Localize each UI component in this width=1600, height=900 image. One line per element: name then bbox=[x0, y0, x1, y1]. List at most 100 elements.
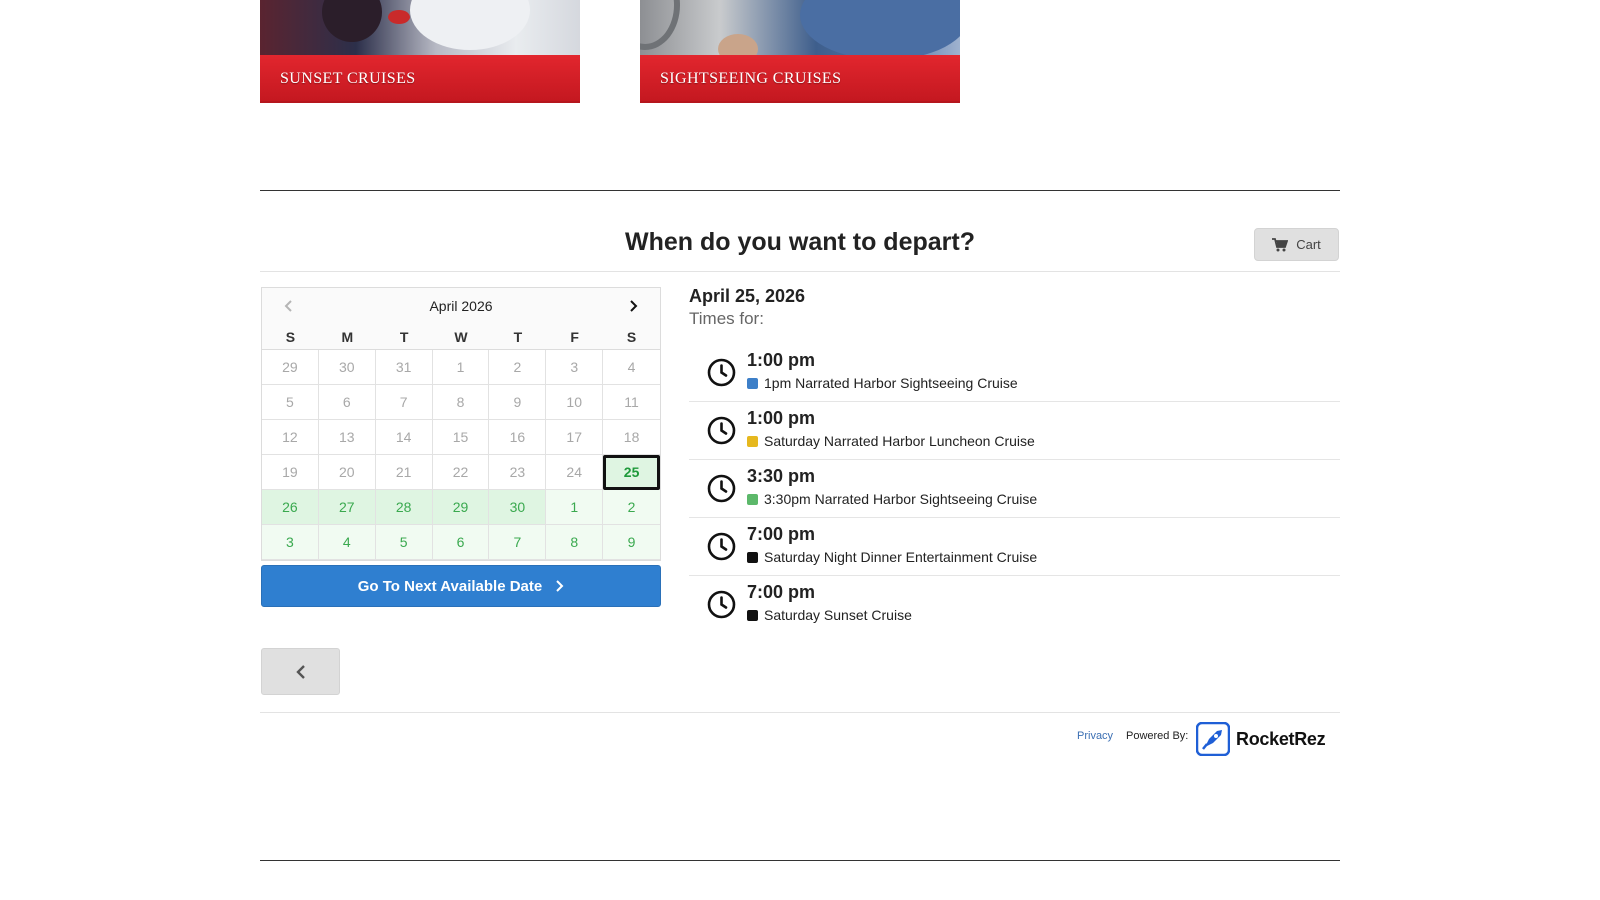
calendar-day-available[interactable]: 29 bbox=[432, 490, 490, 525]
tour-tile-sightseeing[interactable]: SIGHTSEEING CRUISES bbox=[640, 0, 960, 103]
calendar-day-disabled: 1 bbox=[432, 350, 490, 385]
calendar-day-available[interactable]: 4 bbox=[318, 525, 376, 560]
section-divider bbox=[260, 190, 1340, 191]
time-slot-time: 7:00 pm bbox=[747, 524, 816, 544]
rocketrez-logo[interactable]: RocketRez bbox=[1196, 722, 1326, 756]
weekday-label: F bbox=[570, 328, 579, 345]
time-slot[interactable]: 1:00 pm 1pm Narrated Harbor Sightseeing … bbox=[689, 344, 1340, 402]
chevron-left-icon bbox=[284, 300, 292, 312]
booking-page: SUNSET CRUISES SIGHTSEEING CRUISES When … bbox=[0, 0, 1600, 900]
clock-icon bbox=[707, 474, 736, 503]
calendar-day-selected[interactable]: 25 bbox=[603, 455, 660, 490]
time-slot[interactable]: 3:30 pm 3:30pm Narrated Harbor Sightseei… bbox=[689, 460, 1340, 518]
calendar-day-disabled: 7 bbox=[375, 385, 433, 420]
calendar-day-disabled: 29 bbox=[262, 350, 319, 385]
time-slot[interactable]: 7:00 pm Saturday Sunset Cruise bbox=[689, 576, 1340, 634]
powered-by-label: Powered By: bbox=[1126, 730, 1189, 742]
time-slot-name: Saturday Night Dinner Entertainment Crui… bbox=[747, 549, 1037, 565]
tour-name: Saturday Night Dinner Entertainment Crui… bbox=[764, 549, 1038, 565]
calendar-day-available[interactable]: 2 bbox=[603, 490, 660, 525]
calendar-day-available[interactable]: 28 bbox=[375, 490, 433, 525]
tile-label: SUNSET CRUISES bbox=[280, 70, 416, 87]
date-calendar: April 2026 S M T W T F S 29 30 31 1 2 3 … bbox=[261, 287, 661, 561]
tour-color-swatch bbox=[747, 609, 758, 621]
calendar-day-available[interactable]: 3 bbox=[262, 525, 319, 560]
logo-text: RocketRez bbox=[1236, 728, 1326, 749]
calendar-day-disabled: 16 bbox=[489, 420, 547, 455]
time-slot-name: Saturday Sunset Cruise bbox=[747, 607, 912, 623]
chevron-left-icon bbox=[295, 664, 305, 679]
calendar-day-disabled: 6 bbox=[318, 385, 376, 420]
weekday-label: M bbox=[341, 328, 354, 345]
footer-divider bbox=[260, 712, 1340, 713]
times-for-label: Times for: bbox=[689, 309, 764, 328]
weekday-label: W bbox=[454, 328, 468, 345]
chevron-right-icon bbox=[630, 300, 638, 312]
tour-photo bbox=[260, 0, 580, 56]
calendar-day-disabled: 13 bbox=[318, 420, 376, 455]
tour-color-swatch bbox=[747, 435, 758, 447]
weekday-label: T bbox=[399, 328, 409, 345]
time-slot-time: 1:00 pm bbox=[747, 408, 816, 428]
calendar-day-disabled: 19 bbox=[262, 455, 319, 490]
calendar-day-available[interactable]: 6 bbox=[432, 525, 490, 560]
time-slot-time: 3:30 pm bbox=[747, 466, 816, 486]
calendar-day-available[interactable]: 7 bbox=[489, 525, 547, 560]
tour-tile-sunset[interactable]: SUNSET CRUISES bbox=[260, 0, 580, 103]
calendar-day-disabled: 5 bbox=[262, 385, 319, 420]
privacy-link[interactable]: Privacy bbox=[1077, 730, 1113, 742]
calendar-day-disabled: 24 bbox=[546, 455, 604, 490]
calendar-month-label: April 2026 bbox=[429, 298, 493, 314]
calendar-day-available[interactable]: 26 bbox=[262, 490, 319, 525]
calendar-day-disabled: 4 bbox=[603, 350, 660, 385]
tour-photo bbox=[640, 0, 960, 64]
rocket-icon bbox=[1196, 722, 1230, 756]
calendar-day-disabled: 8 bbox=[432, 385, 490, 420]
calendar-day-available[interactable]: 27 bbox=[318, 490, 376, 525]
calendar-day-available[interactable]: 1 bbox=[546, 490, 604, 525]
calendar-day-disabled: 31 bbox=[375, 350, 433, 385]
time-slot[interactable]: 1:00 pm Saturday Narrated Harbor Luncheo… bbox=[689, 402, 1340, 460]
time-slot-time: 1:00 pm bbox=[747, 350, 816, 370]
calendar-day-disabled: 2 bbox=[489, 350, 547, 385]
calendar-day-disabled: 10 bbox=[546, 385, 604, 420]
cart-button[interactable]: Cart bbox=[1254, 228, 1339, 261]
calendar-day-disabled: 14 bbox=[375, 420, 433, 455]
back-button[interactable] bbox=[261, 648, 340, 695]
prev-month-button[interactable] bbox=[276, 293, 302, 319]
calendar-day-disabled: 22 bbox=[432, 455, 490, 490]
calendar-day-disabled: 3 bbox=[546, 350, 604, 385]
cart-icon bbox=[1272, 237, 1289, 251]
weekday-label: T bbox=[513, 328, 523, 345]
calendar-grid: 29 30 31 1 2 3 4 5 6 7 8 9 10 11 12 13 1… bbox=[262, 349, 660, 560]
tour-color-swatch bbox=[747, 377, 758, 389]
calendar-day-disabled: 11 bbox=[603, 385, 660, 420]
time-slot[interactable]: 7:00 pm Saturday Night Dinner Entertainm… bbox=[689, 518, 1340, 576]
calendar-day-available[interactable]: 30 bbox=[489, 490, 547, 525]
calendar-day-disabled: 18 bbox=[603, 420, 660, 455]
tour-name: Saturday Sunset Cruise bbox=[764, 607, 912, 623]
chevron-right-icon bbox=[556, 580, 564, 592]
calendar-day-disabled: 17 bbox=[546, 420, 604, 455]
clock-icon bbox=[707, 358, 736, 387]
calendar-day-available[interactable]: 8 bbox=[546, 525, 604, 560]
next-month-button[interactable] bbox=[620, 293, 646, 319]
calendar-day-available[interactable]: 9 bbox=[603, 525, 660, 560]
selected-date-title: April 25, 2026 bbox=[689, 286, 806, 306]
clock-icon bbox=[707, 532, 736, 561]
tour-name: Saturday Narrated Harbor Luncheon Cruise bbox=[764, 433, 1035, 449]
page-title: When do you want to depart? bbox=[625, 228, 975, 256]
calendar-day-disabled: 20 bbox=[318, 455, 376, 490]
next-available-date-button[interactable]: Go To Next Available Date bbox=[261, 565, 661, 607]
calendar-day-available[interactable]: 5 bbox=[375, 525, 433, 560]
next-available-label: Go To Next Available Date bbox=[357, 577, 543, 595]
tour-color-swatch bbox=[747, 493, 758, 505]
weekday-header: S M T W T F S bbox=[262, 324, 660, 349]
tour-name: 1pm Narrated Harbor Sightseeing Cruise bbox=[764, 375, 1018, 391]
departure-time-list: 1:00 pm 1pm Narrated Harbor Sightseeing … bbox=[689, 344, 1340, 634]
calendar-day-disabled: 23 bbox=[489, 455, 547, 490]
tour-name: 3:30pm Narrated Harbor Sightseeing Cruis… bbox=[764, 491, 1038, 507]
calendar-header: April 2026 bbox=[262, 288, 660, 324]
clock-icon bbox=[707, 416, 736, 445]
calendar-day-disabled: 12 bbox=[262, 420, 319, 455]
